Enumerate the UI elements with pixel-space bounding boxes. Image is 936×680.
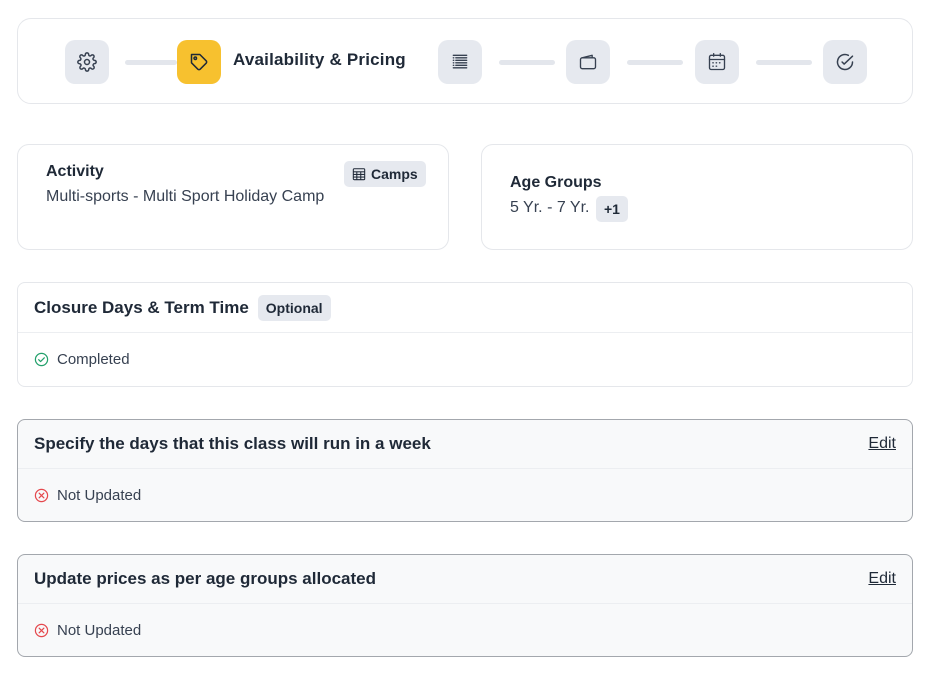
step-calendar[interactable] — [695, 40, 739, 84]
step-review[interactable] — [823, 40, 867, 84]
tag-icon — [190, 53, 208, 71]
activity-label: Activity — [46, 163, 104, 180]
activity-value: Multi-sports - Multi Sport Holiday Camp — [46, 188, 325, 205]
age-groups-value: 5 Yr. - 7 Yr. — [510, 199, 590, 216]
step-availability-pricing[interactable] — [177, 40, 221, 84]
age-group-prices-edit-link[interactable]: Edit — [868, 570, 896, 588]
class-days-status-text: Not Updated — [57, 486, 142, 504]
age-group-prices-section: Update prices as per age groups allocate… — [17, 554, 913, 657]
step-connector — [499, 60, 555, 65]
active-step-label: Availability & Pricing — [233, 50, 406, 69]
age-groups-label: Age Groups — [510, 174, 602, 191]
step-wallet[interactable] — [566, 40, 610, 84]
optional-badge: Optional — [257, 294, 331, 321]
progress-stepper: Availability & Pricing — [17, 18, 913, 104]
age-group-prices-title: Update prices as per age groups allocate… — [34, 569, 377, 588]
closure-days-status: Completed — [18, 333, 912, 385]
activity-type-text: Camps — [371, 166, 418, 182]
class-days-status: Not Updated — [18, 469, 912, 521]
class-days-title: Specify the days that this class will ru… — [34, 434, 431, 453]
closure-days-title: Closure Days & Term Time — [34, 297, 249, 317]
x-circle-icon — [34, 488, 49, 502]
step-connector — [125, 60, 177, 65]
step-connector — [756, 60, 812, 65]
age-groups-more-text: +1 — [604, 201, 620, 217]
check-circle-icon — [34, 352, 49, 366]
gear-icon — [77, 52, 97, 72]
x-circle-icon — [34, 623, 49, 637]
calendar-icon — [708, 53, 726, 71]
activity-card: Activity Multi-sports - Multi Sport Holi… — [17, 144, 449, 250]
age-groups-more-badge[interactable]: +1 — [596, 196, 628, 222]
age-group-prices-header: Update prices as per age groups allocate… — [18, 555, 912, 604]
closure-days-section: Closure Days & Term Time Optional Comple… — [17, 282, 913, 387]
class-days-header: Specify the days that this class will ru… — [18, 420, 912, 469]
class-days-section: Specify the days that this class will ru… — [17, 419, 913, 522]
closure-days-status-text: Completed — [57, 350, 130, 368]
age-group-prices-status: Not Updated — [18, 604, 912, 656]
step-connector — [627, 60, 683, 65]
activity-type-tag: Camps — [344, 161, 426, 187]
step-settings[interactable] — [65, 40, 109, 84]
closure-days-header: Closure Days & Term Time Optional — [18, 283, 912, 333]
class-days-edit-link[interactable]: Edit — [868, 435, 896, 453]
calendar-grid-icon — [352, 168, 366, 181]
list-icon — [452, 54, 468, 69]
check-circle-icon — [836, 53, 854, 71]
age-groups-card: Age Groups 5 Yr. - 7 Yr. +1 — [481, 144, 913, 250]
age-group-prices-status-text: Not Updated — [57, 621, 142, 639]
step-list[interactable] — [438, 40, 482, 84]
wallet-icon — [579, 54, 597, 70]
